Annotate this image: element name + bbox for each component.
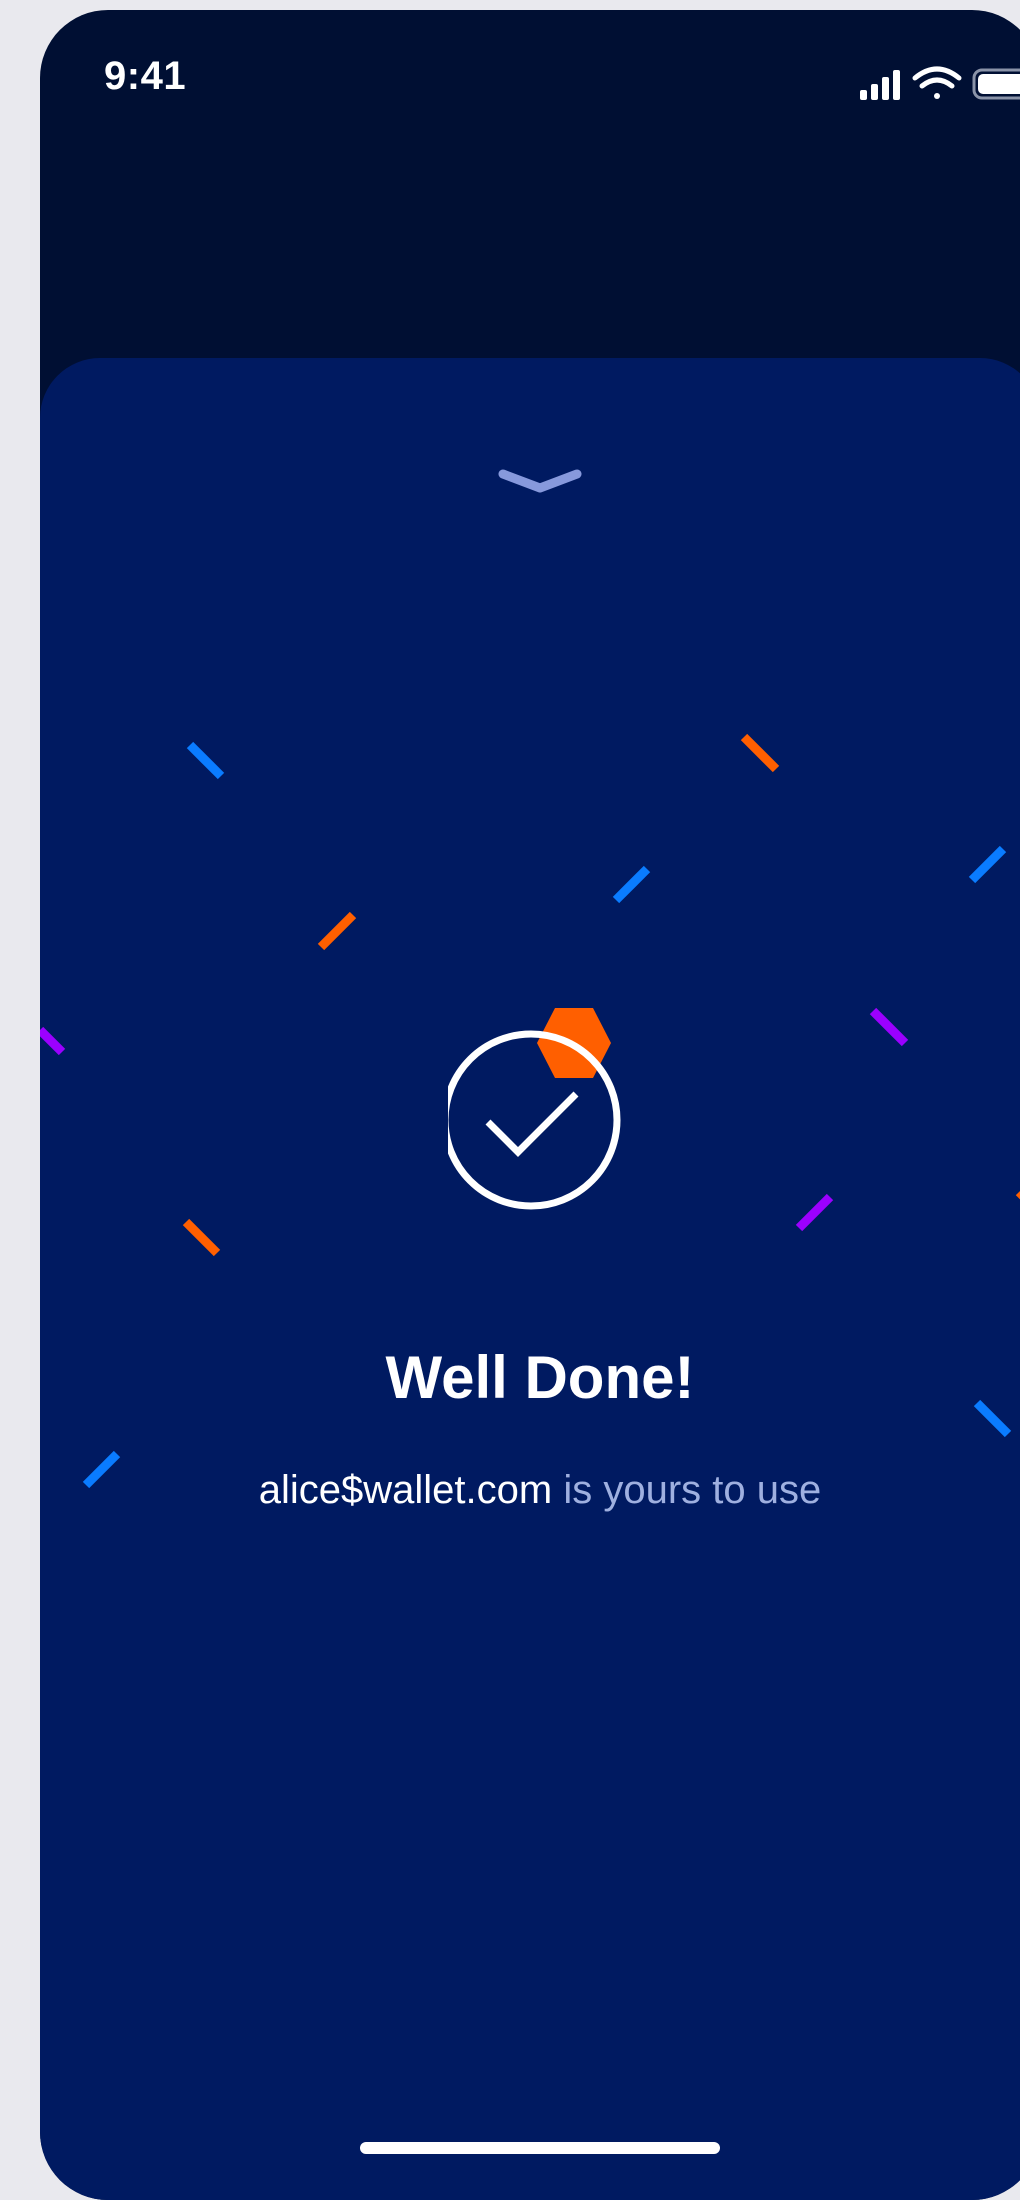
cellular-signal-icon — [860, 70, 900, 100]
confetti-decoration — [40, 733, 1020, 1489]
status-time: 9:41 — [104, 54, 187, 98]
chevron-down-icon[interactable] — [495, 462, 585, 502]
wallet-address: alice$wallet.com — [258, 1468, 553, 1512]
bottom-sheet: Well Done! alice$wallet.com is yours to … — [40, 358, 1020, 2200]
wifi-icon — [912, 66, 962, 99]
home-indicator[interactable] — [360, 2142, 720, 2154]
status-icons — [860, 66, 1020, 100]
success-title: Well Done! — [385, 1344, 695, 1411]
message-text: is yours to use — [552, 1468, 822, 1512]
success-message: alice$wallet.com is yours to use — [40, 1468, 1020, 1513]
check-circle-icon — [448, 1008, 621, 1210]
phone-screen: 9:41 Well Done! alice$wallet.com is your… — [40, 10, 1020, 2200]
status-bar: 9:41 — [40, 10, 1020, 150]
battery-icon — [972, 68, 1020, 100]
